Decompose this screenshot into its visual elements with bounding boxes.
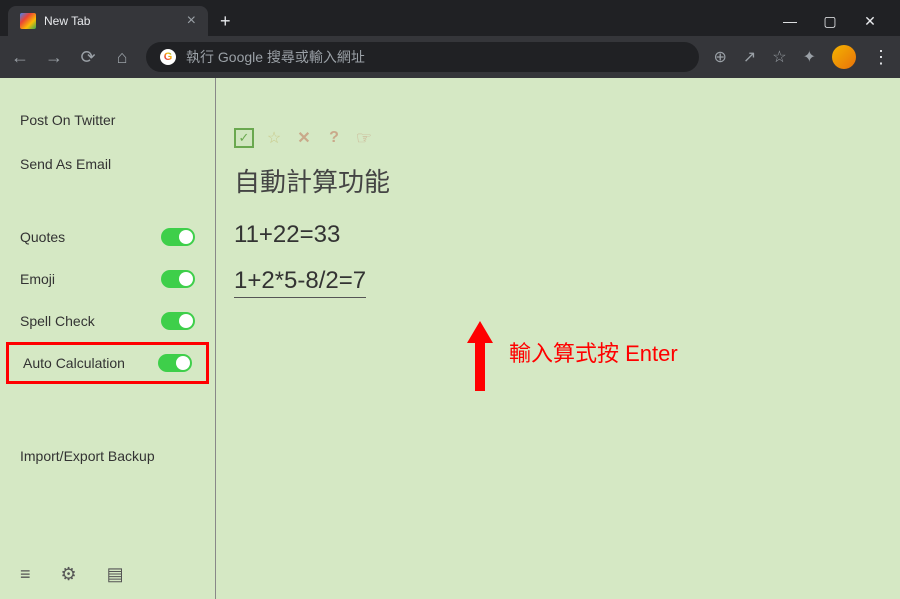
star-icon[interactable]: ☆ <box>264 128 284 148</box>
bookmark-icon[interactable]: ☆ <box>772 47 786 67</box>
sidebar-import-export[interactable]: Import/Export Backup <box>0 434 215 478</box>
zoom-icon[interactable]: ⊕ <box>713 47 726 67</box>
settings-icon[interactable]: ⚙ <box>61 564 77 585</box>
toggle-auto-calculation: Auto Calculation <box>6 342 209 384</box>
back-icon[interactable]: ← <box>10 47 30 68</box>
toggle-label: Emoji <box>20 271 55 287</box>
auto-calculation-toggle[interactable] <box>158 354 192 372</box>
forward-icon[interactable]: → <box>44 47 64 68</box>
address-placeholder: 執行 Google 搜尋或輸入網址 <box>186 47 365 67</box>
check-icon[interactable]: ✓ <box>234 128 254 148</box>
sidebar-post-twitter[interactable]: Post On Twitter <box>0 98 215 142</box>
list-icon[interactable]: ≡ <box>20 564 31 585</box>
sidebar: Post On Twitter Send As Email Quotes Emo… <box>0 78 216 599</box>
address-bar: ← → ⟳ ⌂ G 執行 Google 搜尋或輸入網址 ⊕ ↗ ☆ ✦ ⋮ <box>0 36 900 78</box>
annotation-arrow-icon <box>465 321 495 391</box>
home-icon[interactable]: ⌂ <box>112 47 132 68</box>
tab-title: New Tab <box>44 14 90 28</box>
bottom-icons: ≡ ⚙ ▤ <box>0 550 215 599</box>
minimize-icon[interactable]: — <box>780 13 800 30</box>
share-icon[interactable]: ↗ <box>743 47 756 67</box>
toggle-label: Spell Check <box>20 313 95 329</box>
content-toolbar: ✓ ☆ ✕ ? ☞ <box>234 128 880 148</box>
annotation-text: 輸入算式按 Enter <box>509 336 678 368</box>
hand-icon[interactable]: ☞ <box>354 128 374 148</box>
question-icon[interactable]: ? <box>324 128 344 148</box>
quotes-toggle[interactable] <box>161 228 195 246</box>
google-icon: G <box>160 49 176 65</box>
equation-line-1[interactable]: 11+22=33 <box>234 221 880 249</box>
content-title: 自動計算功能 <box>234 162 880 199</box>
content-area: ✓ ☆ ✕ ? ☞ 自動計算功能 11+22=33 1+2*5-8/2=7 輸入… <box>216 78 900 599</box>
close-window-icon[interactable]: ✕ <box>860 13 880 30</box>
emoji-toggle[interactable] <box>161 270 195 288</box>
tab-favicon <box>20 13 36 29</box>
spellcheck-toggle[interactable] <box>161 312 195 330</box>
tab-bar: New Tab × + — ▢ ✕ <box>0 0 900 36</box>
sidebar-send-email[interactable]: Send As Email <box>0 142 215 186</box>
close-tab-icon[interactable]: × <box>187 12 196 30</box>
x-icon[interactable]: ✕ <box>294 128 314 148</box>
browser-tab[interactable]: New Tab × <box>8 6 208 36</box>
toggle-emoji: Emoji <box>0 258 215 300</box>
new-tab-button[interactable]: + <box>208 11 243 32</box>
chat-icon[interactable]: ▤ <box>107 564 124 585</box>
profile-avatar[interactable] <box>832 45 856 69</box>
toggle-quotes: Quotes <box>0 216 215 258</box>
extensions-icon[interactable]: ✦ <box>803 47 816 67</box>
toggle-label: Quotes <box>20 229 65 245</box>
maximize-icon[interactable]: ▢ <box>820 13 840 30</box>
reload-icon[interactable]: ⟳ <box>78 47 98 68</box>
toggle-spellcheck: Spell Check <box>0 300 215 342</box>
window-controls: — ▢ ✕ <box>780 13 900 30</box>
toggle-label: Auto Calculation <box>23 355 125 371</box>
equation-line-2[interactable]: 1+2*5-8/2=7 <box>234 267 366 298</box>
address-input[interactable]: G 執行 Google 搜尋或輸入網址 <box>146 42 699 72</box>
menu-icon[interactable]: ⋮ <box>872 47 890 68</box>
